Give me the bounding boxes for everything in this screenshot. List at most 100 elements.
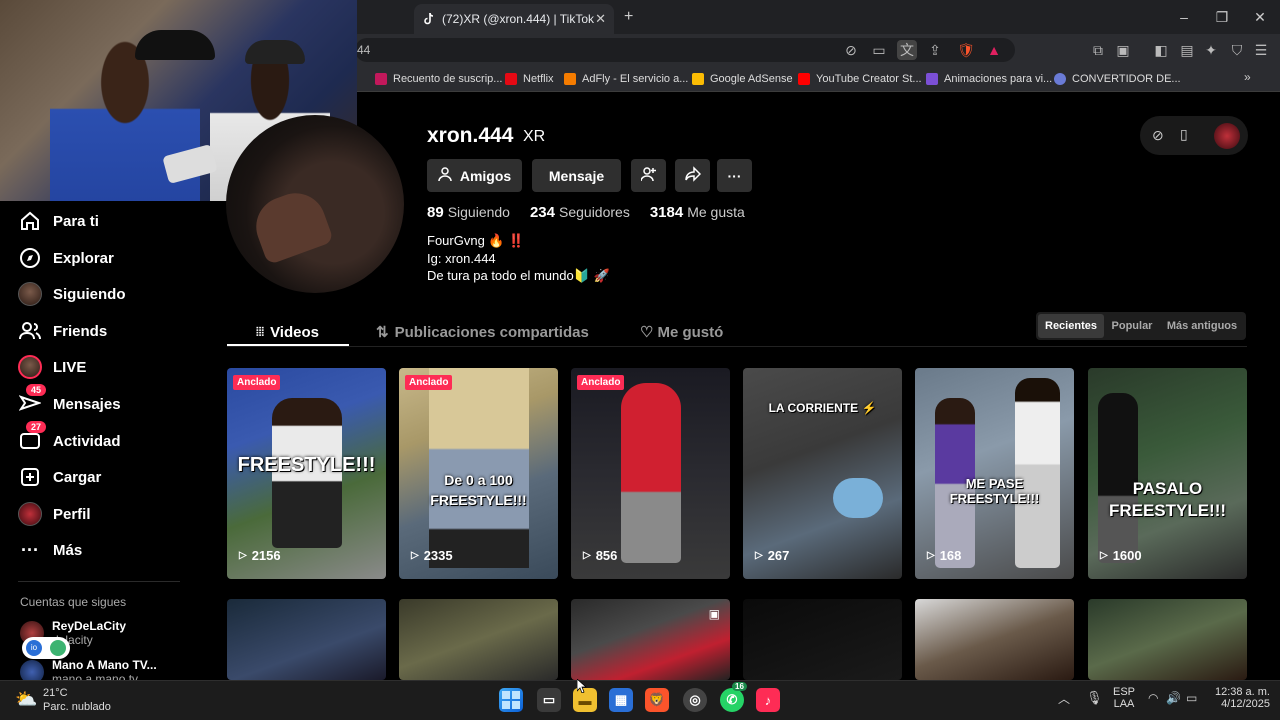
photo-carousel-icon: ▣ bbox=[708, 607, 720, 621]
followers-stat[interactable]: 234 Seguidores bbox=[530, 204, 630, 221]
leo-ai-icon[interactable]: ✦ bbox=[1201, 40, 1221, 60]
friends-button[interactable]: Amigos bbox=[427, 159, 522, 192]
nav-activity[interactable]: 27 Actividad bbox=[18, 421, 121, 457]
video-card[interactable]: ▣ bbox=[571, 599, 730, 680]
video-card[interactable]: Anclado De 0 a 100 FREESTYLE!!! ▷ 2335 bbox=[399, 368, 558, 579]
nav-live[interactable]: LIVE bbox=[18, 351, 86, 383]
obs-icon[interactable]: ◎ bbox=[683, 688, 707, 712]
view-count: ▷ 1600 bbox=[1100, 548, 1142, 563]
clock[interactable]: 12:38 a. m. 4/12/2025 bbox=[1208, 686, 1270, 710]
video-card[interactable] bbox=[1088, 599, 1247, 680]
video-card[interactable]: ME PASE FREESTYLE!!! ▷ 168 bbox=[915, 368, 1074, 579]
task-view-icon[interactable]: ▭ bbox=[537, 688, 561, 712]
play-icon: ▷ bbox=[755, 550, 763, 561]
no-cast-icon[interactable]: ⊘ bbox=[841, 40, 861, 60]
brave-rewards-icon[interactable]: ▲ bbox=[984, 40, 1004, 60]
new-tab-icon[interactable]: + bbox=[624, 8, 633, 26]
browser-tab[interactable]: (72)XR (@xron.444) | TikTok ✕ bbox=[414, 4, 614, 34]
account-avatar[interactable] bbox=[1214, 123, 1240, 149]
tab-videos[interactable]: ⦙⦙⦙ Videos bbox=[256, 318, 319, 346]
video-card[interactable] bbox=[915, 599, 1074, 680]
more-options-button[interactable]: ··· bbox=[717, 159, 752, 192]
windows-start-icon[interactable] bbox=[499, 688, 523, 712]
view-count: ▷ 2156 bbox=[239, 548, 281, 563]
wifi-icon[interactable]: ◠ bbox=[1148, 691, 1158, 705]
vpn-icon[interactable]: ⛉ bbox=[1227, 40, 1247, 60]
video-caption: PASALO FREESTYLE!!! bbox=[1108, 479, 1227, 520]
translate-icon[interactable]: 文 bbox=[897, 40, 917, 60]
nav-upload[interactable]: Cargar bbox=[18, 461, 101, 493]
video-caption: ME PASE FREESTYLE!!! bbox=[949, 476, 1040, 506]
bio-line: De tura pa todo el mundo🔰 🚀 bbox=[427, 268, 610, 283]
bookmark-item[interactable]: Netflix bbox=[505, 69, 554, 89]
bookmark-item[interactable]: Google AdSense bbox=[692, 69, 793, 89]
video-card[interactable] bbox=[743, 599, 902, 680]
microphone-icon[interactable]: 🎙 bbox=[1086, 690, 1103, 706]
tab-title: (72)XR (@xron.444) | TikTok bbox=[442, 12, 595, 26]
compass-icon[interactable]: ⊘ bbox=[1152, 127, 1164, 144]
bookmark-item[interactable]: AdFly - El servicio a... bbox=[564, 69, 688, 89]
netflix-icon bbox=[505, 73, 517, 85]
microsoft-store-icon[interactable]: ▦ bbox=[609, 688, 633, 712]
nav-following[interactable]: Siguiendo bbox=[18, 278, 126, 310]
profile-avatar-image[interactable] bbox=[226, 115, 404, 293]
volume-icon[interactable]: 🔊 bbox=[1166, 691, 1181, 705]
cap bbox=[135, 30, 215, 60]
maximize-icon[interactable]: ❐ bbox=[1211, 6, 1233, 28]
play-icon: ▷ bbox=[927, 550, 935, 561]
nav-friends[interactable]: Friends bbox=[18, 315, 107, 347]
video-card[interactable] bbox=[399, 599, 558, 680]
video-card[interactable] bbox=[227, 599, 386, 680]
bookmark-item[interactable]: CONVERTIDOR DE... bbox=[1054, 69, 1181, 89]
whatsapp-icon[interactable]: ✆ 16 bbox=[720, 682, 747, 712]
minimize-icon[interactable]: – bbox=[1173, 6, 1195, 28]
sort-popular-button[interactable]: Popular bbox=[1106, 314, 1158, 338]
following-stat[interactable]: 89 Siguiendo bbox=[427, 204, 510, 221]
power-icon bbox=[50, 640, 66, 656]
nav-messages[interactable]: 45 Mensajes bbox=[18, 384, 121, 420]
video-thumbnail bbox=[621, 383, 681, 563]
menu-icon[interactable]: ☰ bbox=[1251, 40, 1271, 60]
tray-overflow-icon[interactable]: ︿ bbox=[1058, 690, 1070, 707]
video-card[interactable]: Anclado FREESTYLE!!! ▷ 2156 bbox=[227, 368, 386, 579]
following-section-title: Cuentas que sigues bbox=[20, 595, 127, 609]
language-indicator[interactable]: ESP LAA bbox=[1112, 686, 1136, 710]
battery-icon[interactable]: ▭ bbox=[1186, 691, 1197, 705]
video-card[interactable]: LA CORRIENTE ⚡ ▷ 267 bbox=[743, 368, 902, 579]
tab-liked[interactable]: ♡ Me gustó bbox=[640, 318, 723, 346]
tab-reposts[interactable]: ⇅ Publicaciones compartidas bbox=[376, 318, 589, 346]
bookmark-item[interactable]: YouTube Creator St... bbox=[798, 69, 922, 89]
nav-explore[interactable]: Explorar bbox=[18, 242, 114, 274]
bookmarks-overflow-icon[interactable]: » bbox=[1244, 70, 1251, 84]
youtube-icon bbox=[798, 73, 810, 85]
video-card[interactable]: PASALO FREESTYLE!!! ▷ 1600 bbox=[1088, 368, 1247, 579]
window-close-icon[interactable]: ✕ bbox=[1249, 6, 1271, 28]
brave-shield-icon[interactable]: 🛡 bbox=[956, 40, 976, 60]
brave-browser-icon[interactable]: 🦁 bbox=[645, 688, 669, 712]
nav-more[interactable]: ··· Más bbox=[18, 534, 82, 566]
bookmark-item[interactable]: Animaciones para vi... bbox=[926, 69, 1052, 89]
play-icon: ▷ bbox=[1100, 550, 1108, 561]
bookmark-item[interactable]: Recuento de suscrip... bbox=[375, 69, 502, 89]
video-thumbnail bbox=[833, 478, 883, 518]
cast-icon[interactable]: ▭ bbox=[869, 40, 889, 60]
sidebar-toggle-icon[interactable]: ◧ bbox=[1151, 40, 1171, 60]
upload-icon bbox=[18, 465, 42, 489]
wallet-icon[interactable]: ▤ bbox=[1177, 40, 1197, 60]
tiktok-app-icon[interactable]: ♪ bbox=[756, 688, 780, 712]
message-button[interactable]: Mensaje bbox=[532, 159, 621, 192]
sort-recent-button[interactable]: Recientes bbox=[1038, 314, 1104, 338]
reader-icon[interactable]: ▣ bbox=[1113, 40, 1133, 60]
nav-profile[interactable]: Perfil bbox=[18, 498, 91, 530]
video-caption: FREESTYLE!!! bbox=[237, 454, 376, 476]
add-friend-button[interactable] bbox=[631, 159, 666, 192]
nav-for-you[interactable]: Para ti bbox=[18, 205, 99, 237]
share-button[interactable] bbox=[675, 159, 710, 192]
overlay-widget[interactable]: io bbox=[22, 637, 70, 659]
share-icon[interactable]: ⇪ bbox=[925, 40, 945, 60]
device-icon[interactable]: ▯ bbox=[1180, 126, 1188, 143]
tab-close-icon[interactable]: ✕ bbox=[595, 11, 606, 27]
extensions-icon[interactable]: ⧉ bbox=[1088, 40, 1108, 60]
video-card[interactable]: Anclado ▷ 856 bbox=[571, 368, 730, 579]
sort-oldest-button[interactable]: Más antiguos bbox=[1160, 314, 1244, 338]
